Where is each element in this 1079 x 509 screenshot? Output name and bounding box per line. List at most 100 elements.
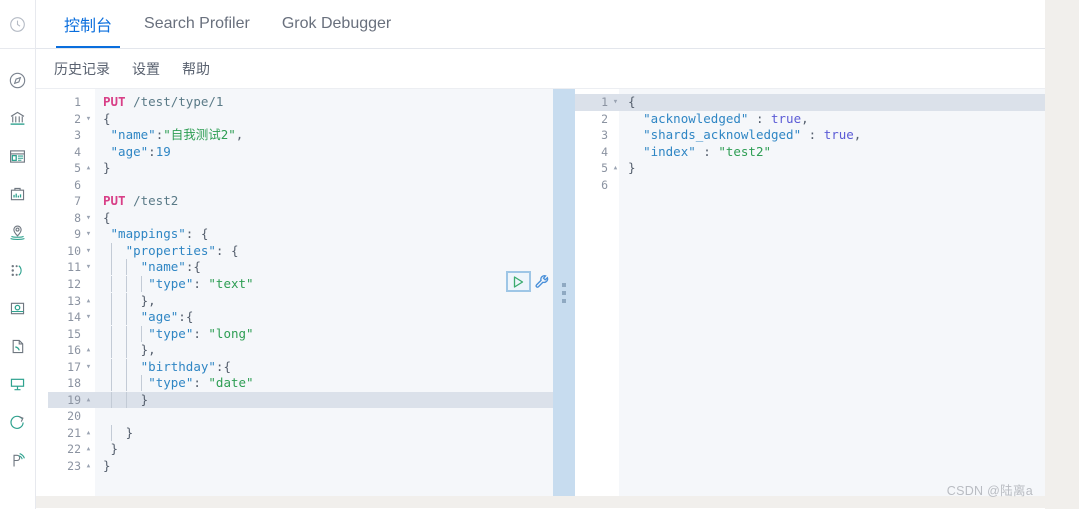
- tab-bar: 控制台 Search Profiler Grok Debugger: [36, 0, 1045, 49]
- clock-history-icon[interactable]: [0, 5, 35, 43]
- fold-toggle-icon[interactable]: ▾: [82, 259, 95, 276]
- request-line: 12 "type": "text": [48, 276, 553, 293]
- fold-toggle-icon[interactable]: ▴: [609, 160, 622, 177]
- fold-toggle-icon[interactable]: ▾: [82, 359, 95, 376]
- request-line-text: "type": "date": [95, 375, 254, 392]
- devtools-icon[interactable]: [0, 441, 36, 479]
- main-column: 控制台 Search Profiler Grok Debugger 历史记录 设…: [36, 0, 1045, 509]
- maps-icon[interactable]: [0, 213, 36, 251]
- tab-grok-debugger[interactable]: Grok Debugger: [266, 0, 407, 48]
- request-line: 14 ▾ "age":{: [48, 309, 553, 326]
- fold-toggle-icon[interactable]: ▴: [82, 160, 95, 177]
- request-line-text: },: [95, 292, 156, 310]
- devtools-console-page: 控制台 Search Profiler Grok Debugger 历史记录 设…: [0, 0, 1079, 509]
- request-line: 16 ▴ },: [48, 342, 553, 359]
- request-line-text: "age":19: [110, 143, 171, 159]
- fold-toggle-icon[interactable]: ▾: [82, 309, 95, 326]
- infrastructure-icon[interactable]: [0, 289, 36, 327]
- bank-icon[interactable]: [0, 99, 36, 137]
- response-line: 3 "shards_acknowledged" : true,: [575, 127, 1045, 144]
- tab-console[interactable]: 控制台: [48, 0, 128, 48]
- request-line-number: 5: [74, 161, 81, 176]
- request-line-text: }: [103, 160, 111, 176]
- request-line-number: 20: [67, 409, 81, 424]
- request-line-number: 10: [67, 243, 81, 258]
- response-line-number: 4: [601, 144, 608, 159]
- request-line-number: 13: [67, 293, 81, 308]
- console-body: 1 PUT /test/type/1 2 ▾{3 "name":"自我测试2", 4 "…: [36, 89, 1045, 508]
- request-line-text: {: [103, 209, 111, 225]
- tab-console-label: 控制台: [64, 18, 113, 35]
- request-line-text: "mappings": {: [110, 226, 209, 242]
- fold-toggle-icon[interactable]: ▴: [82, 342, 95, 359]
- fold-toggle-icon[interactable]: ▾: [82, 226, 95, 243]
- request-line-number: 2: [74, 111, 81, 126]
- response-line-text: }: [628, 160, 636, 176]
- wrench-icon[interactable]: [534, 273, 552, 291]
- request-line: 6: [48, 177, 553, 194]
- request-line-text: "type": "text": [95, 276, 254, 293]
- request-line: 4 "age":19: [48, 144, 553, 161]
- response-line: 2 "acknowledged" : true,: [575, 111, 1045, 128]
- request-line-number: 1: [74, 95, 81, 109]
- request-code[interactable]: 1 PUT /test/type/1 2 ▾{3 "name":"自我测试2", 4 "…: [48, 89, 553, 475]
- response-line-text: {: [628, 94, 636, 109]
- dashboard-icon[interactable]: [0, 137, 36, 175]
- request-line-text: "name":"自我测试2",: [110, 127, 244, 143]
- machine-learning-icon[interactable]: [0, 251, 36, 289]
- request-line: 18 "type": "date": [48, 375, 553, 392]
- tab-search-profiler[interactable]: Search Profiler: [128, 0, 266, 48]
- response-line-text: "shards_acknowledged" : true,: [643, 127, 862, 143]
- fold-toggle-icon[interactable]: ▾: [82, 243, 95, 260]
- resize-grip-dots: [562, 282, 566, 303]
- menu-item-settings[interactable]: 设置: [128, 56, 164, 82]
- request-line: 11 ▾ "name":{: [48, 259, 553, 276]
- fold-toggle-icon[interactable]: ▾: [82, 111, 95, 128]
- request-line: 5 ▴}: [48, 160, 553, 177]
- fold-toggle-icon[interactable]: ▾: [609, 94, 622, 111]
- tab-grok-debugger-label: Grok Debugger: [281, 15, 392, 32]
- fold-toggle-icon[interactable]: ▴: [82, 458, 95, 475]
- apm-icon[interactable]: [0, 365, 36, 403]
- logs-icon[interactable]: [0, 327, 36, 365]
- response-line: 6: [575, 177, 1045, 194]
- rail-icon-list: [0, 49, 35, 479]
- request-line-number: 8: [74, 210, 81, 225]
- uptime-icon[interactable]: [0, 403, 36, 441]
- fold-toggle-icon[interactable]: ▾: [82, 210, 95, 227]
- page-right-margin: [1045, 0, 1079, 509]
- watermark: CSDN @陆离a: [946, 484, 1033, 498]
- compass-icon[interactable]: [0, 61, 36, 99]
- request-line: 7 PUT /test2: [48, 193, 553, 210]
- request-line: 21 ▴ }: [48, 424, 553, 442]
- fold-toggle-icon[interactable]: ▴: [82, 392, 95, 409]
- request-line-number: 15: [67, 326, 81, 341]
- pane-resize-handle[interactable]: [553, 89, 575, 496]
- request-line-text: PUT /test2: [103, 193, 179, 209]
- request-line-number: 6: [74, 177, 81, 192]
- menu-item-help[interactable]: 帮助: [178, 56, 214, 82]
- response-line-number: 6: [601, 177, 608, 192]
- request-line-number: 17: [67, 359, 81, 374]
- request-line: 23 ▴}: [48, 458, 553, 475]
- menu-item-history[interactable]: 历史记录: [50, 56, 114, 82]
- request-actions: [506, 271, 552, 292]
- response-line-number: 1: [601, 95, 608, 109]
- request-line: 10 ▾ "properties": {: [48, 242, 553, 260]
- request-line-number: 9: [74, 227, 81, 242]
- fold-toggle-icon[interactable]: ▴: [82, 425, 95, 442]
- response-line: 5 ▴}: [575, 160, 1045, 177]
- request-line-number: 23: [67, 459, 81, 474]
- response-viewer[interactable]: 1 ▾ {2 "acknowledged" : true, 3 "shards_ack…: [575, 89, 1045, 496]
- console-menu-bar: 历史记录 设置 帮助: [36, 49, 1045, 89]
- response-line: 4 "index" : "test2": [575, 144, 1045, 161]
- canvas-icon[interactable]: [0, 175, 36, 213]
- fold-toggle-icon[interactable]: ▴: [82, 441, 95, 458]
- request-editor[interactable]: 1 PUT /test/type/1 2 ▾{3 "name":"自我测试2", 4 "…: [48, 89, 553, 496]
- play-icon[interactable]: [506, 271, 531, 292]
- response-line-text: "index" : "test2": [643, 143, 772, 159]
- request-line: 3 "name":"自我测试2",: [48, 127, 553, 144]
- fold-toggle-icon[interactable]: ▴: [82, 293, 95, 310]
- request-line: 19 ▴ }: [48, 391, 553, 409]
- request-line-number: 21: [67, 425, 81, 440]
